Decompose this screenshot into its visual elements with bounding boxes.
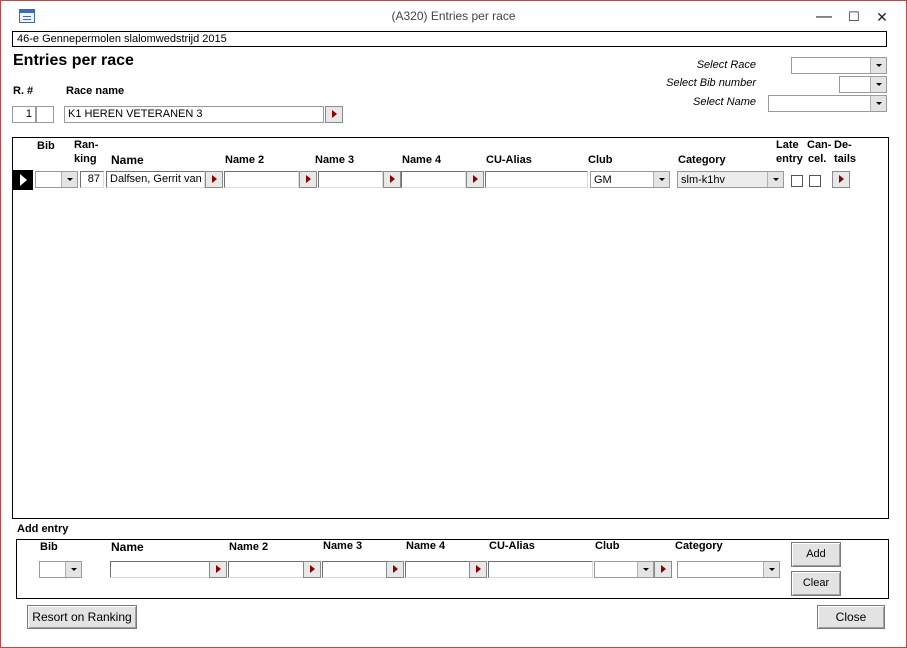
window-title: (A320) Entries per race (391, 9, 516, 23)
add-col-name4: Name 4 (406, 540, 446, 552)
row-name3-field[interactable] (318, 171, 383, 188)
add-button[interactable]: Add (791, 542, 841, 567)
row-late-entry-checkbox[interactable] (791, 175, 803, 187)
select-bib-combo[interactable] (839, 76, 887, 93)
col-details-2: tails (834, 153, 857, 165)
chevron-down-icon[interactable] (65, 562, 81, 577)
chevron-down-icon[interactable] (637, 562, 653, 577)
add-club-combo[interactable] (594, 561, 654, 578)
add-col-name3: Name 3 (323, 540, 363, 552)
col-ranking-1: Ran- (74, 139, 99, 151)
race-name-field[interactable]: K1 HEREN VETERANEN 3 (64, 106, 324, 123)
add-name3-goto-button[interactable] (386, 561, 404, 578)
add-col-club: Club (595, 540, 620, 552)
close-window-button[interactable]: ✕ (869, 7, 895, 27)
row-name4-goto-button[interactable] (466, 171, 484, 188)
add-name4-goto-button[interactable] (469, 561, 487, 578)
add-category-combo[interactable] (677, 561, 780, 578)
chevron-down-icon[interactable] (870, 77, 886, 92)
add-col-name: Name (111, 540, 144, 554)
race-name-label: Race name (66, 85, 125, 97)
chevron-down-icon[interactable] (870, 58, 886, 73)
race-goto-button[interactable] (325, 106, 343, 123)
col-name4: Name 4 (402, 154, 442, 166)
row-name2-field[interactable] (224, 171, 299, 188)
event-title: 46-e Gennepermolen slalomwedstrijd 2015 (12, 31, 887, 47)
select-name-combo[interactable] (768, 95, 887, 112)
race-number-extra-field[interactable] (36, 106, 54, 123)
add-name-goto-button[interactable] (209, 561, 227, 578)
record-selector-icon[interactable] (13, 170, 33, 190)
resort-on-ranking-button[interactable]: Resort on Ranking (27, 605, 137, 629)
col-name2: Name 2 (225, 154, 265, 166)
race-number-label: R. # (13, 85, 34, 97)
add-name3-field[interactable] (322, 561, 387, 578)
row-ranking-field[interactable]: 87 (80, 171, 104, 188)
add-name2-field[interactable] (228, 561, 304, 578)
row-name4-field[interactable] (401, 171, 466, 188)
clear-button[interactable]: Clear (791, 571, 841, 596)
add-name2-goto-button[interactable] (303, 561, 321, 578)
select-race-combo[interactable] (791, 57, 887, 74)
col-cu-alias: CU-Alias (486, 154, 532, 166)
row-category-combo[interactable]: slm-k1hv (677, 171, 784, 188)
col-category: Category (678, 154, 726, 166)
add-col-name2: Name 2 (229, 541, 269, 553)
add-col-category: Category (675, 540, 723, 552)
add-name4-field[interactable] (405, 561, 470, 578)
row-details-button[interactable] (832, 171, 850, 188)
select-bib-label: Select Bib number (666, 77, 756, 89)
row-name-goto-button[interactable] (205, 171, 223, 188)
col-ranking-2: king (74, 153, 97, 165)
chevron-down-icon[interactable] (870, 96, 886, 111)
col-late-2: entry (776, 153, 803, 165)
page-title: Entries per race (13, 52, 134, 69)
col-name3: Name 3 (315, 154, 355, 166)
race-number-field[interactable]: 1 (12, 106, 36, 123)
row-cu-alias-field[interactable] (485, 171, 588, 188)
select-name-label: Select Name (693, 96, 756, 108)
minimize-button[interactable]: — (811, 7, 837, 27)
row-name-field[interactable]: Dalfsen, Gerrit van (106, 171, 205, 188)
chevron-down-icon[interactable] (767, 172, 783, 187)
row-bib-combo[interactable] (35, 171, 78, 188)
add-name-field[interactable] (110, 561, 210, 578)
chevron-down-icon[interactable] (61, 172, 77, 187)
add-club-goto-button[interactable] (654, 561, 672, 578)
row-club-value: GM (594, 174, 612, 186)
col-club: Club (588, 154, 613, 166)
add-cu-alias-field[interactable] (488, 561, 593, 578)
maximize-button[interactable]: ☐ (841, 7, 867, 27)
col-cancel-2: cel. (808, 153, 827, 165)
row-name3-goto-button[interactable] (383, 171, 401, 188)
row-category-value: slm-k1hv (681, 174, 726, 186)
col-cancel-1: Can- (807, 139, 832, 151)
title-bar: (A320) Entries per race — ☐ ✕ (1, 1, 906, 29)
add-col-cu-alias: CU-Alias (489, 540, 535, 552)
col-late-1: Late (776, 139, 799, 151)
add-entry-label: Add entry (17, 523, 69, 535)
add-col-bib: Bib (40, 541, 58, 553)
row-cancelled-checkbox[interactable] (809, 175, 821, 187)
add-bib-combo[interactable] (39, 561, 82, 578)
row-name2-goto-button[interactable] (299, 171, 317, 188)
col-bib: Bib (37, 140, 55, 152)
select-race-label: Select Race (696, 59, 756, 71)
col-details-1: De- (834, 139, 852, 151)
chevron-down-icon[interactable] (653, 172, 669, 187)
chevron-down-icon[interactable] (763, 562, 779, 577)
close-button[interactable]: Close (817, 605, 885, 629)
row-club-combo[interactable]: GM (590, 171, 670, 188)
col-name: Name (111, 153, 144, 167)
entries-grid[interactable] (12, 137, 889, 519)
